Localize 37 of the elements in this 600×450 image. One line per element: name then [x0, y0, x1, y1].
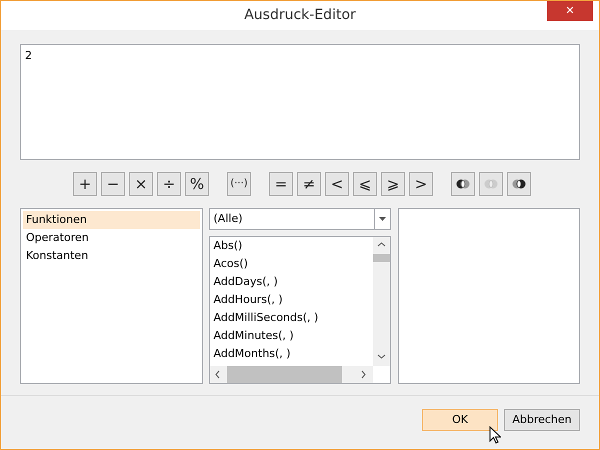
operator-button[interactable]: − [101, 172, 125, 196]
function-item[interactable]: AddHours(, ) [210, 291, 373, 309]
operator-button[interactable] [451, 172, 475, 196]
function-item[interactable]: AddMilliSeconds(, ) [210, 309, 373, 327]
horizontal-scrollbar[interactable] [210, 366, 373, 383]
close-button[interactable]: ✕ [547, 1, 593, 21]
category-item[interactable]: Funktionen [23, 211, 200, 229]
function-item[interactable]: AddMonths(, ) [210, 345, 373, 363]
operator-button[interactable]: (···) [227, 172, 251, 196]
operator-button[interactable]: > [409, 172, 433, 196]
ok-button[interactable]: OK [422, 409, 498, 431]
function-item[interactable]: AddMinutes(, ) [210, 327, 373, 345]
operator-button[interactable]: ÷ [157, 172, 181, 196]
category-item[interactable]: Konstanten [23, 247, 200, 265]
cancel-button[interactable]: Abbrechen [504, 409, 580, 431]
window-title: Ausdruck-Editor [244, 6, 356, 25]
operator-button[interactable]: × [129, 172, 153, 196]
function-item[interactable]: AddDays(, ) [210, 273, 373, 291]
function-item[interactable]: Abs() [210, 237, 373, 255]
dropdown-arrow-icon [378, 217, 386, 221]
operator-button[interactable]: + [73, 172, 97, 196]
operator-button[interactable]: < [325, 172, 349, 196]
operator-button[interactable]: ≠ [297, 172, 321, 196]
venn-icon [512, 179, 526, 189]
operator-button[interactable]: ⩾ [381, 172, 405, 196]
operator-button[interactable]: ⩽ [353, 172, 377, 196]
mouse-cursor-icon [489, 426, 501, 444]
operator-button[interactable]: % [185, 172, 209, 196]
filter-dropdown[interactable]: (Alle) [208, 208, 391, 230]
category-item[interactable]: Operatoren [23, 229, 200, 247]
venn-icon [484, 179, 498, 189]
operator-button[interactable]: = [269, 172, 293, 196]
vertical-scrollbar[interactable] [372, 237, 390, 366]
function-item[interactable]: Acos() [210, 255, 373, 273]
operator-button[interactable] [507, 172, 531, 196]
expression-field[interactable]: 2 [20, 44, 580, 160]
venn-icon [456, 179, 470, 189]
